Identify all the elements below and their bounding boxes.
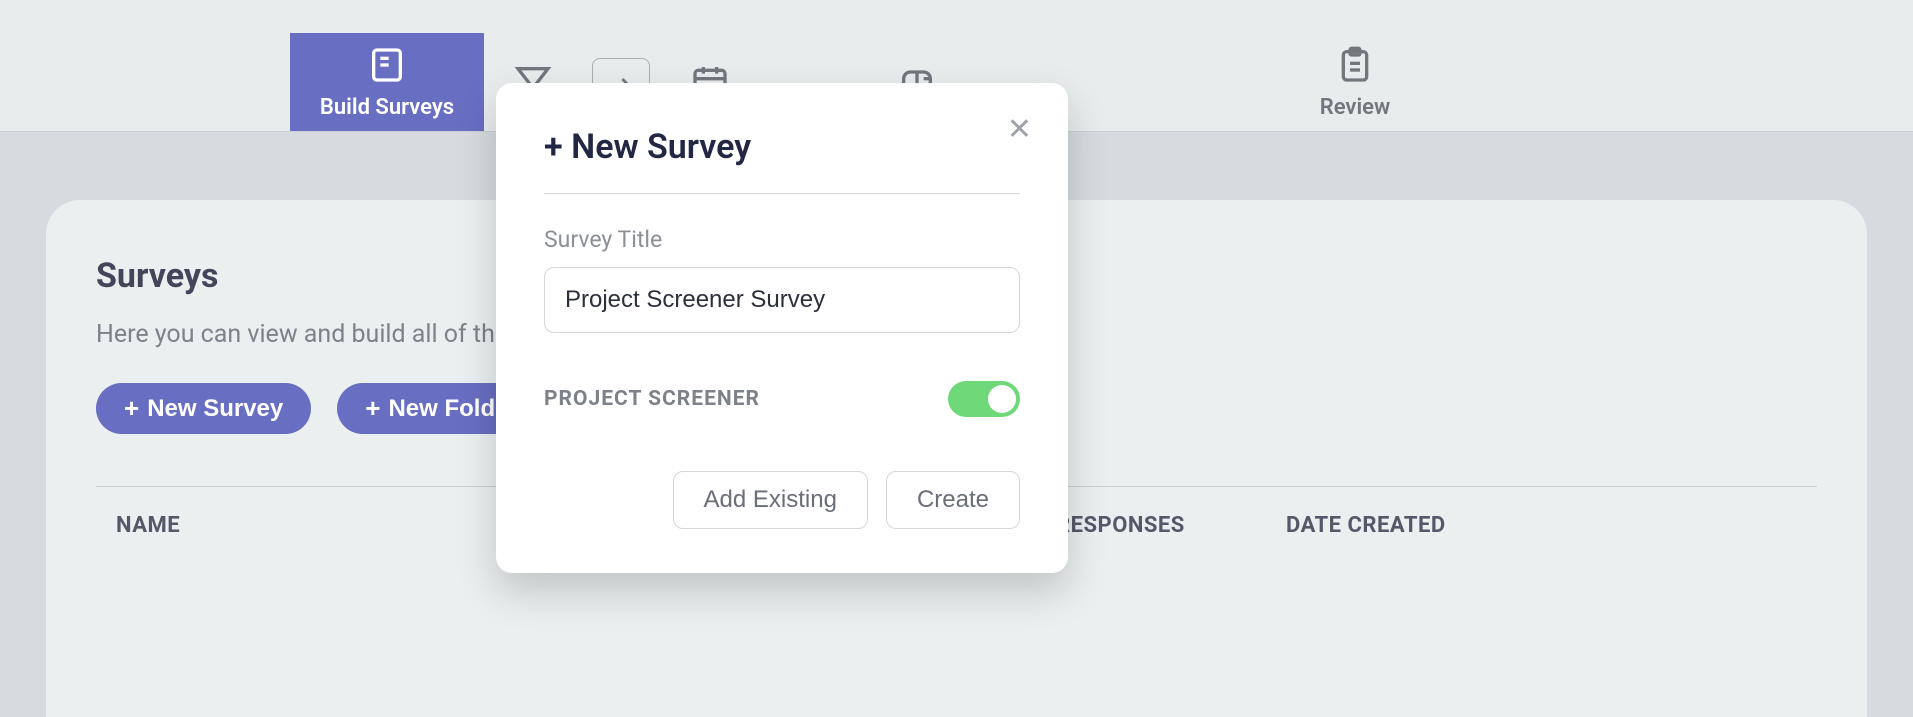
project-screener-toggle[interactable] <box>948 381 1020 417</box>
project-screener-row: PROJECT SCREENER <box>544 381 1020 417</box>
toggle-knob <box>988 385 1016 413</box>
project-screener-label: PROJECT SCREENER <box>544 387 760 411</box>
survey-title-input[interactable] <box>544 267 1020 333</box>
modal-title: + New Survey <box>544 127 1020 194</box>
add-existing-button[interactable]: Add Existing <box>673 471 868 529</box>
create-button[interactable]: Create <box>886 471 1020 529</box>
new-survey-modal: ✕ + New Survey Survey Title PROJECT SCRE… <box>496 83 1068 573</box>
survey-title-label: Survey Title <box>544 226 1020 253</box>
modal-actions: Add Existing Create <box>544 471 1020 529</box>
close-icon[interactable]: ✕ <box>1007 115 1032 145</box>
